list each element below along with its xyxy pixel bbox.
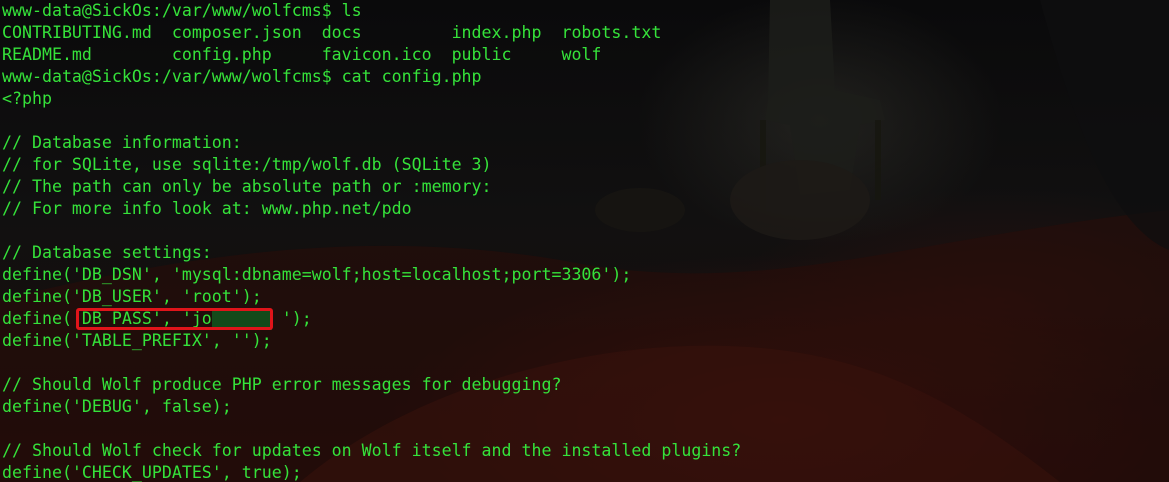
terminal-window[interactable]: www-data@SickOs:/var/www/wolfcms$ ls CONT… bbox=[0, 0, 1169, 482]
terminal-line: www-data@SickOs:/var/www/wolfcms$ cat co… bbox=[2, 67, 482, 86]
terminal-line: // The path can only be absolute path or… bbox=[2, 177, 492, 196]
terminal-line: define('TABLE_PREFIX', ''); bbox=[2, 331, 272, 350]
terminal-line: // Should Wolf produce PHP error message… bbox=[2, 375, 562, 394]
terminal-line: define('CHECK_UPDATES', true); bbox=[2, 463, 302, 482]
terminal-line: // Database information: bbox=[2, 133, 242, 152]
terminal-line: define('DB_USER', 'root'); bbox=[2, 287, 262, 306]
db-pass-highlight-box bbox=[76, 308, 273, 330]
terminal-line: // for SQLite, use sqlite:/tmp/wolf.db (… bbox=[2, 155, 492, 174]
terminal-line: CONTRIBUTING.md composer.json docs index… bbox=[2, 23, 662, 42]
terminal-line: www-data@SickOs:/var/www/wolfcms$ ls bbox=[2, 1, 362, 20]
tower-leg-right bbox=[875, 120, 881, 200]
terminal-line: <?php bbox=[2, 89, 52, 108]
terminal-line: // For more info look at: www.php.net/pd… bbox=[2, 199, 412, 218]
terminal-line: // Should Wolf check for updates on Wolf… bbox=[2, 441, 742, 460]
dark-curtain-right bbox=[1040, 0, 1169, 250]
terminal-line: // Database settings: bbox=[2, 243, 212, 262]
terminal-output: www-data@SickOs:/var/www/wolfcms$ ls CONT… bbox=[2, 0, 741, 482]
terminal-line: define('DEBUG', false); bbox=[2, 397, 232, 416]
terminal-line: README.md config.php favicon.ico public … bbox=[2, 45, 602, 64]
rock-cluster bbox=[730, 160, 870, 240]
terminal-line: define('DB_DSN', 'mysql:dbname=wolf;host… bbox=[2, 265, 632, 284]
